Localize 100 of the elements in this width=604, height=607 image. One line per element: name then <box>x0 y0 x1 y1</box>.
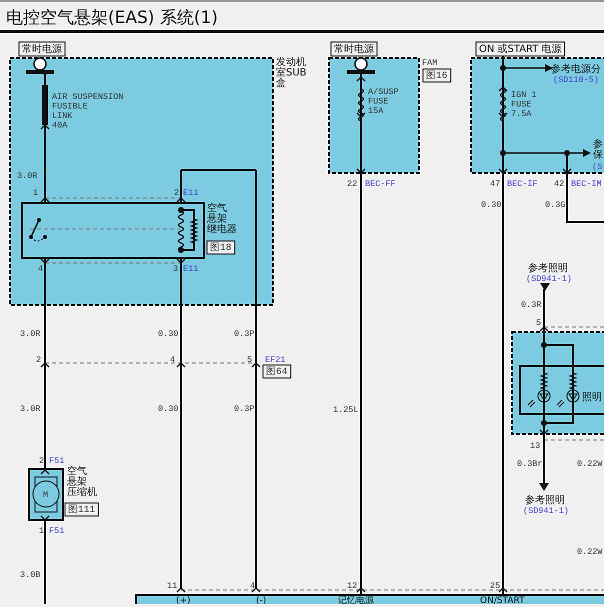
connector-code: (SD110-5) <box>553 75 599 85</box>
wire-spec: 0.30 <box>158 404 178 414</box>
wire-spec: 3.0R <box>20 404 40 414</box>
connector-code: E11 <box>183 188 198 198</box>
pin-number: 5 <box>247 355 252 365</box>
terminal-icon <box>498 587 508 592</box>
switch-icon <box>29 218 47 242</box>
pin-number: 2 <box>174 188 180 198</box>
pin-number: 11 <box>167 581 178 591</box>
page-reference: 图16 <box>422 68 452 82</box>
arrow-icon <box>503 64 553 72</box>
wire-spec: 0.3P <box>234 329 254 339</box>
motor-symbol-label: M <box>43 490 48 500</box>
motor-drawing <box>28 468 64 521</box>
terminal-icon <box>40 197 50 202</box>
terminal-icon <box>40 516 50 521</box>
component-label: 照明 <box>582 392 602 403</box>
component-label: 空气 悬架 压缩机 <box>67 466 97 498</box>
diagram-title: 电控空气悬架(EAS) 系统(1) <box>0 0 604 33</box>
pin-number: 5 <box>536 318 542 328</box>
connector-code: (S <box>592 162 602 172</box>
terminal-icon <box>40 258 50 264</box>
connector-code: EF21 <box>265 355 286 365</box>
connector-code: BEC-IM <box>571 179 602 189</box>
reference-note: 参考照明 <box>528 263 568 274</box>
pin-number: 42 <box>554 179 564 189</box>
pin-number: 25 <box>490 581 500 591</box>
terminal-icon <box>498 168 508 174</box>
page-reference: 图111 <box>64 502 99 516</box>
wire-spec: 3.0B <box>20 570 40 580</box>
terminal-icon <box>176 587 186 592</box>
power-source-label: 常时电源 <box>18 42 66 56</box>
connector-code: F51 <box>49 526 64 536</box>
wire-spec: 0.3R <box>521 300 542 310</box>
bus-label: (-) <box>256 596 266 604</box>
wire-spec: 1.25L <box>333 405 359 415</box>
component-spec: FAM <box>422 58 438 68</box>
fuse-icon <box>178 210 184 252</box>
terminal-icon <box>540 430 548 435</box>
component-label: 发动机 室SUB 盒 <box>276 57 307 89</box>
component-spec: IGN 1 FUSE 7.5A <box>511 90 537 119</box>
wire-spec: 3.0R <box>20 329 40 339</box>
power-terminal-icon <box>347 57 375 74</box>
fusible-link-icon <box>42 85 48 125</box>
wire-spec: 0.3Br <box>517 459 543 469</box>
power-terminal-icon <box>26 57 54 74</box>
terminal-icon <box>252 362 260 368</box>
terminal-icon <box>498 86 508 92</box>
component-spec: A/SUSP FUSE 15A <box>368 87 399 116</box>
connector-code: BEC-IF <box>507 179 538 189</box>
wire-spec: 0.3G <box>545 200 566 210</box>
resistor-icon <box>189 218 199 244</box>
pin-number: 3 <box>173 264 178 274</box>
bus-label: (+) <box>176 596 191 604</box>
arrow-icon <box>503 149 591 157</box>
pin-number: 4 <box>170 355 176 365</box>
connector-code: (SD941-1) <box>523 506 569 516</box>
power-source-label: 常时电源 <box>330 42 378 56</box>
terminal-icon <box>356 112 366 118</box>
resistor-icon <box>568 372 578 390</box>
connector-code: F51 <box>49 456 64 466</box>
bus-label: 记忆电源 <box>338 596 374 604</box>
terminal-icon <box>356 587 366 592</box>
junction-dot <box>178 247 184 253</box>
terminal-icon <box>562 168 572 174</box>
terminal-icon <box>40 124 50 130</box>
wire-spec: 0.3P <box>234 404 254 414</box>
terminal-icon <box>40 362 50 368</box>
terminal-icon <box>252 587 260 592</box>
pin-number: 1 <box>33 188 38 198</box>
pin-number: 1 <box>39 526 44 536</box>
bus-label: ON/START <box>480 596 525 604</box>
connector-code: (SD941-1) <box>526 274 572 284</box>
fuse-icon <box>500 88 506 122</box>
component-spec: AIR SUSPENSION FUSIBLE LINK 40A <box>52 92 124 130</box>
reference-note: 参考照明 <box>525 495 565 506</box>
connector-line <box>544 326 604 328</box>
resistor-icon <box>539 372 549 390</box>
pin-number: 2 <box>36 355 42 365</box>
terminal-icon <box>356 76 366 82</box>
connector-code: E11 <box>183 264 198 274</box>
terminal-icon <box>40 469 50 474</box>
terminal-icon <box>356 168 366 174</box>
terminal-icon <box>176 362 186 368</box>
pin-number: 22 <box>347 179 358 189</box>
reference-note: 参 保 <box>593 139 603 160</box>
reference-note: 参考电源分 <box>551 64 601 75</box>
page-reference: 图64 <box>262 364 292 378</box>
connector-code: BEC-FF <box>365 179 396 189</box>
junction-dot <box>541 342 547 348</box>
pin-number: 13 <box>530 441 540 451</box>
pin-number: 2 <box>39 456 44 466</box>
pin-number: 47 <box>490 179 500 189</box>
pin-number: 12 <box>347 581 358 591</box>
arrowhead-icon <box>539 483 549 491</box>
arrowhead-icon <box>540 283 550 291</box>
junction-dot <box>541 420 547 426</box>
junction-dot <box>500 150 506 156</box>
junction-dot <box>564 150 570 156</box>
junction-dot <box>500 65 506 71</box>
